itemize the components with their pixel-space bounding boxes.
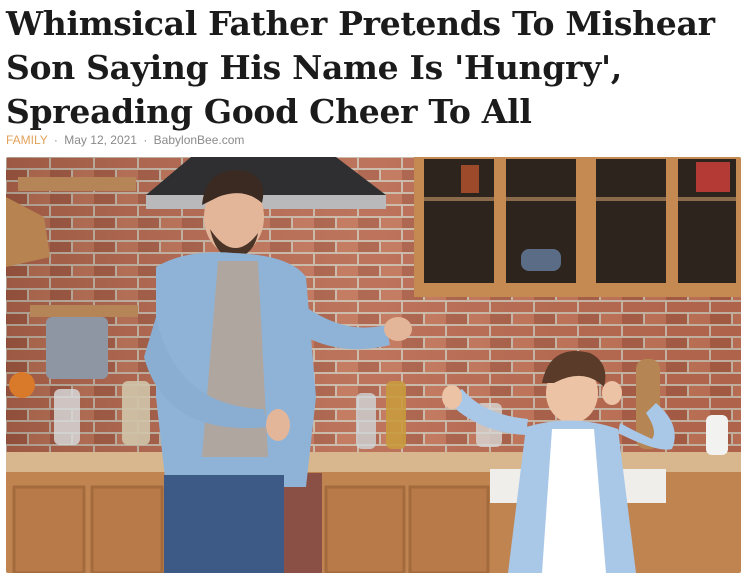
oven-mitt [46, 317, 108, 379]
article-meta: FAMILY · May 12, 2021 · BabylonBee.com [6, 133, 244, 147]
upper-cabinets [414, 157, 741, 297]
article-card: Whimsical Father Pretends To Mishear Son… [0, 0, 745, 577]
oven [278, 473, 322, 573]
headline-line-1[interactable]: Whimsical Father Pretends To Mishear [6, 2, 741, 46]
headline-line-2[interactable]: Son Saying His Name Is 'Hungry', [6, 46, 741, 90]
headline-line-3[interactable]: Spreading Good Cheer To All [6, 90, 741, 134]
article-source: BabylonBee.com [153, 133, 245, 147]
photo-father-son-kitchen-icon [6, 157, 741, 573]
article-category[interactable]: FAMILY [6, 133, 48, 147]
article-headline[interactable]: Whimsical Father Pretends To Mishear Son… [6, 2, 741, 134]
wall-shelf [18, 177, 136, 191]
wall-shelf [30, 305, 138, 317]
pumpkin [9, 372, 35, 398]
hero-image[interactable] [6, 157, 741, 573]
meta-separator: · [143, 133, 148, 147]
article-date: May 12, 2021 [64, 133, 137, 147]
meta-separator: · [53, 133, 58, 147]
